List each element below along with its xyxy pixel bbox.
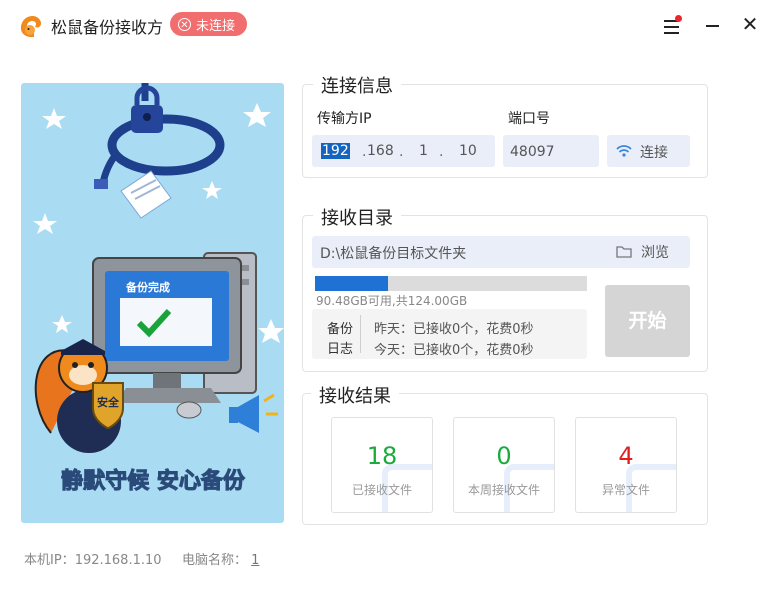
stat-value: 4	[618, 442, 634, 470]
log-label-1: 备份	[327, 322, 354, 337]
pc-name-label: 电脑名称：	[182, 553, 248, 568]
hero-illustration: 备份完成 安全 静默守候 安心备份	[21, 83, 284, 523]
disk-space-text: 90.48GB可用,共124.00GB	[316, 294, 468, 308]
log-divider	[360, 315, 361, 353]
shield-text: 安全	[97, 395, 120, 409]
wifi-icon	[616, 145, 632, 157]
log-yesterday: 昨天：已接收0个，花费0秒	[374, 322, 534, 337]
stat-label: 已接收文件	[351, 483, 412, 497]
stat-value: 0	[496, 442, 512, 470]
local-ip-label: 本机IP：	[24, 553, 75, 568]
app-title: 松鼠备份接收方	[51, 18, 164, 37]
directory-title: 接收目录	[313, 204, 401, 230]
hamburger-line	[664, 26, 679, 28]
squirrel-logo-icon	[20, 15, 42, 38]
start-button[interactable]: 开始	[605, 285, 690, 357]
log-label-2: 日志	[327, 342, 354, 357]
menu-button[interactable]	[662, 15, 682, 35]
disk-usage-bar	[315, 276, 587, 291]
stat-card-weekly: 0 本周接收文件	[453, 417, 555, 513]
log-today: 今天：已接收0个，花费0秒	[374, 343, 534, 358]
ip-input[interactable]: 192 . 168 . 1 . 10	[312, 135, 495, 167]
browse-label: 浏览	[641, 245, 669, 261]
notification-dot	[675, 15, 682, 22]
stat-label: 本周接收文件	[467, 483, 540, 497]
local-ip-value: 192.168.1.10	[74, 553, 162, 568]
stat-card-errors: 4 异常文件	[575, 417, 677, 513]
folder-icon	[616, 246, 632, 258]
ip-octet-4[interactable]: 10	[459, 135, 477, 167]
port-label: 端口号	[508, 111, 550, 127]
hamburger-line	[664, 32, 679, 34]
local-ip: 本机IP：192.168.1.10	[24, 549, 162, 568]
slogan-text: 静默守候 安心备份	[61, 468, 246, 494]
close-button[interactable]: ✕	[741, 14, 759, 34]
connect-label: 连接	[640, 145, 668, 161]
connection-status-badge: ✕ 未连接	[170, 12, 248, 36]
pc-name-link[interactable]: 1	[251, 553, 259, 568]
minimize-button[interactable]	[706, 25, 719, 27]
ip-octet-1[interactable]: 192	[321, 143, 350, 159]
pc-name: 电脑名称： 1	[182, 549, 259, 568]
ip-octet-2[interactable]: 168	[367, 135, 394, 167]
ip-octet-3[interactable]: 1	[419, 135, 428, 167]
connect-button[interactable]: 连接	[607, 135, 690, 167]
stat-card-received: 18 已接收文件	[331, 417, 433, 513]
status-text: 未连接	[196, 18, 236, 34]
stat-value: 18	[366, 442, 398, 470]
port-input[interactable]: 48097	[503, 135, 599, 167]
stat-label: 异常文件	[601, 483, 650, 497]
ip-label: 传输方IP	[317, 111, 372, 127]
results-title: 接收结果	[311, 382, 399, 408]
disk-usage-fill	[315, 276, 389, 291]
directory-path-field[interactable]: D:\松鼠备份目标文件夹 浏览	[312, 236, 690, 268]
backup-log: 备份 日志 昨天：已接收0个，花费0秒 今天：已接收0个，花费0秒	[312, 309, 587, 359]
directory-path: D:\松鼠备份目标文件夹	[320, 246, 467, 262]
close-circle-icon: ✕	[178, 17, 191, 31]
connection-title: 连接信息	[313, 72, 401, 98]
screen-text: 备份完成	[125, 280, 170, 294]
